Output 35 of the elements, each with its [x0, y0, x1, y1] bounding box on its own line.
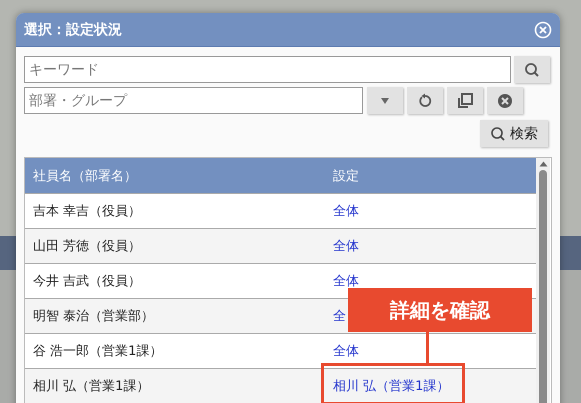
column-header: 社員名（部署名） [32, 168, 138, 184]
keyword-field[interactable]: キーワード [24, 56, 511, 83]
search-icon [490, 126, 506, 142]
refresh-icon [417, 92, 433, 108]
employee-name: 今井 吉武（役員） [32, 273, 142, 290]
employee-name: 明智 泰治（営業部） [32, 308, 156, 325]
employee-name: 山田 芳徳（役員） [32, 238, 142, 255]
clear-icon [497, 92, 513, 108]
dialog-title: 選択：設定状況 [24, 20, 122, 38]
callout-label: 詳細を確認 [348, 288, 532, 332]
dropdown-button[interactable] [367, 87, 403, 114]
setting-link[interactable]: 全体 [333, 344, 359, 359]
reset-button[interactable] [407, 87, 443, 114]
setting-link[interactable]: 全体 [333, 239, 359, 254]
group-field[interactable]: 部署・グループ [24, 87, 363, 114]
search-icon [524, 62, 540, 78]
employee-name: 吉本 幸吉（役員） [32, 203, 142, 220]
leader-line [426, 332, 429, 363]
search-submit-button[interactable]: 検索 [480, 120, 548, 147]
copy-button[interactable] [447, 87, 483, 114]
search-button[interactable] [514, 56, 550, 83]
setting-link[interactable]: 全体 [333, 204, 359, 219]
copy-icon [456, 92, 474, 110]
column-header: 設定 [333, 168, 359, 184]
setting-link[interactable]: 全体 [333, 274, 359, 289]
scrollbar[interactable] [536, 158, 550, 403]
close-icon[interactable] [534, 20, 552, 38]
setting-link[interactable]: 全 [333, 309, 346, 324]
setting-link[interactable]: 相川 弘（営業1課） [333, 379, 450, 394]
clear-button[interactable] [487, 87, 523, 114]
employee-name: 相川 弘（営業1課） [32, 378, 150, 395]
caret-icon [380, 96, 390, 104]
scroll-thumb[interactable] [539, 170, 547, 403]
scroll-up-icon[interactable] [538, 161, 548, 167]
employee-name: 谷 浩一郎（営業1課） [32, 343, 164, 360]
